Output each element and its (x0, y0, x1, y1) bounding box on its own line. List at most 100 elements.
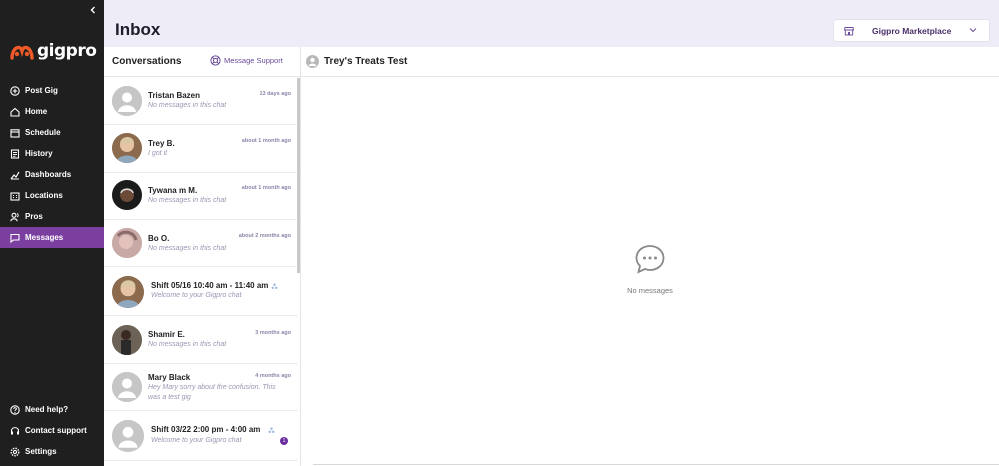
nav-label: Pros (25, 212, 43, 221)
page-header: Inbox Gigpro Marketplace (104, 0, 999, 47)
chat-title: Trey's Treats Test (324, 56, 408, 67)
conversation-name: Bo O. (148, 234, 170, 243)
user-photo (112, 180, 142, 210)
nav-label: History (25, 149, 53, 158)
store-icon (844, 26, 854, 35)
help-icon (10, 404, 20, 415)
nav-label: Dashboards (25, 170, 72, 179)
conversation-item[interactable]: Shift 03/22 2:00 pm - 4:00 am Welcome to… (104, 411, 298, 461)
logo-text: gigpro (37, 41, 97, 61)
conversation-item[interactable]: Shift 05/16 10:40 am - 11:40 am Welcome … (104, 267, 298, 316)
user-photo (112, 276, 144, 308)
nav-item-contact-support[interactable]: Contact support (0, 420, 104, 441)
chevron-down-icon (969, 28, 977, 33)
empty-state-text: No messages (627, 286, 673, 295)
avatar-photo (112, 133, 142, 163)
group-chat-icon (268, 427, 275, 434)
gear-icon (10, 447, 20, 457)
message-composer[interactable] (313, 464, 999, 465)
logo-mark-icon (10, 45, 34, 60)
conversation-item[interactable]: Shamir E. 3 months ago No messages in th… (104, 316, 298, 364)
user-placeholder-icon (112, 86, 142, 116)
users-icon (10, 212, 20, 222)
plus-circle-icon (10, 85, 20, 96)
conversation-item[interactable]: Mary Black 4 months ago Hey Mary sorry a… (104, 364, 298, 411)
nav-label: Home (25, 107, 48, 116)
nav-item-history[interactable]: History (0, 143, 104, 164)
page-title: Inbox (115, 20, 161, 39)
conversation-time: about 2 months ago (238, 233, 291, 239)
avatar-photo (112, 276, 144, 308)
conversation-item[interactable]: Tristan Bazen 13 days ago No messages in… (104, 78, 298, 125)
calendar-icon (10, 128, 20, 138)
avatar-photo (112, 180, 142, 210)
lifebuoy-icon (210, 55, 221, 66)
conversation-name: Mary Black (148, 373, 191, 382)
chat-bubble-icon (635, 245, 665, 274)
conversation-preview: No messages in this chat (148, 102, 227, 109)
conversation-preview: No messages in this chat (148, 245, 227, 252)
conversation-time: 4 months ago (255, 373, 291, 379)
marketplace-label: Gigpro Marketplace (872, 25, 952, 36)
nav-item-messages[interactable]: Messages (0, 227, 104, 248)
conversation-preview: Welcome to your Gigpro chat (151, 292, 242, 299)
conversation-item[interactable]: Tywana m M. about 1 month ago No message… (104, 173, 298, 220)
conversation-preview: Welcome to your Gigpro chat (151, 437, 242, 444)
user-photo (112, 325, 142, 355)
conversation-time: about 1 month ago (241, 138, 291, 144)
conversation-name: Tywana m M. (148, 186, 198, 195)
conversations-title: Conversations (112, 56, 182, 67)
nav-item-schedule[interactable]: Schedule (0, 122, 104, 143)
conversation-name: Shift 05/16 10:40 am - 11:40 am (151, 281, 269, 290)
user-photo (112, 228, 142, 258)
user-placeholder-icon (112, 372, 142, 402)
conversation-item[interactable]: Bo O. about 2 months ago No messages in … (104, 220, 298, 267)
conversation-preview: No messages in this chat (148, 197, 227, 204)
conversation-time: 3 months ago (255, 330, 291, 336)
conversation-name: Shift 03/22 2:00 pm - 4:00 am (151, 425, 261, 434)
chevron-left-icon (90, 6, 95, 14)
nav-item-need-help[interactable]: Need help? (0, 399, 104, 420)
conversation-preview: Hey Mary sorry about the confusion. This… (148, 384, 276, 401)
nav-item-post-gig[interactable]: Post Gig (0, 80, 104, 101)
nav-item-dashboards[interactable]: Dashboards (0, 164, 104, 185)
nav-label: Locations (25, 191, 63, 200)
conversation-item[interactable]: Trey B. about 1 month ago I got it (104, 126, 298, 173)
history-icon (10, 148, 20, 159)
home-icon (10, 107, 20, 117)
marketplace-select[interactable]: Gigpro Marketplace (833, 19, 990, 42)
nav-item-home[interactable]: Home (0, 101, 104, 122)
conversations-panel: Conversations Message Support Tristan Ba… (104, 47, 301, 466)
nav-item-settings[interactable]: Settings (0, 441, 104, 462)
conversation-preview: No messages in this chat (148, 341, 227, 348)
conversations-header: Conversations Message Support (104, 47, 300, 77)
chat-header: Trey's Treats Test (301, 47, 999, 77)
nav-label: Messages (25, 233, 64, 242)
nav-item-locations[interactable]: Locations (0, 185, 104, 206)
chat-messages-area: No messages (301, 78, 999, 466)
building-icon (10, 191, 20, 201)
chat-user-icon (306, 55, 319, 68)
message-support-link[interactable]: Message Support (210, 55, 283, 66)
conversation-time: about 1 month ago (241, 185, 291, 191)
avatar-photo (112, 325, 142, 355)
sidebar: gigpro Post Gig Home Schedule History Da… (0, 0, 104, 466)
user-photo (112, 133, 142, 163)
message-support-label: Message Support (224, 56, 283, 65)
nav-label: Contact support (25, 426, 87, 435)
nav-label: Post Gig (25, 86, 58, 95)
nav-item-pros[interactable]: Pros (0, 206, 104, 227)
avatar-default (112, 420, 144, 452)
gigpro-logo[interactable]: gigpro (10, 40, 97, 62)
nav-label: Settings (25, 447, 57, 456)
headset-icon (10, 426, 20, 436)
collapse-sidebar-button[interactable] (86, 4, 100, 18)
conversation-preview: I got it (148, 150, 168, 157)
avatar-default (112, 86, 142, 116)
conversation-time: 13 days ago (259, 91, 292, 97)
avatar-photo (112, 228, 142, 258)
nav-label: Need help? (25, 405, 69, 414)
conversation-name: Shamir E. (148, 330, 185, 339)
message-icon (10, 233, 20, 243)
unread-badge: 1 (280, 437, 288, 445)
